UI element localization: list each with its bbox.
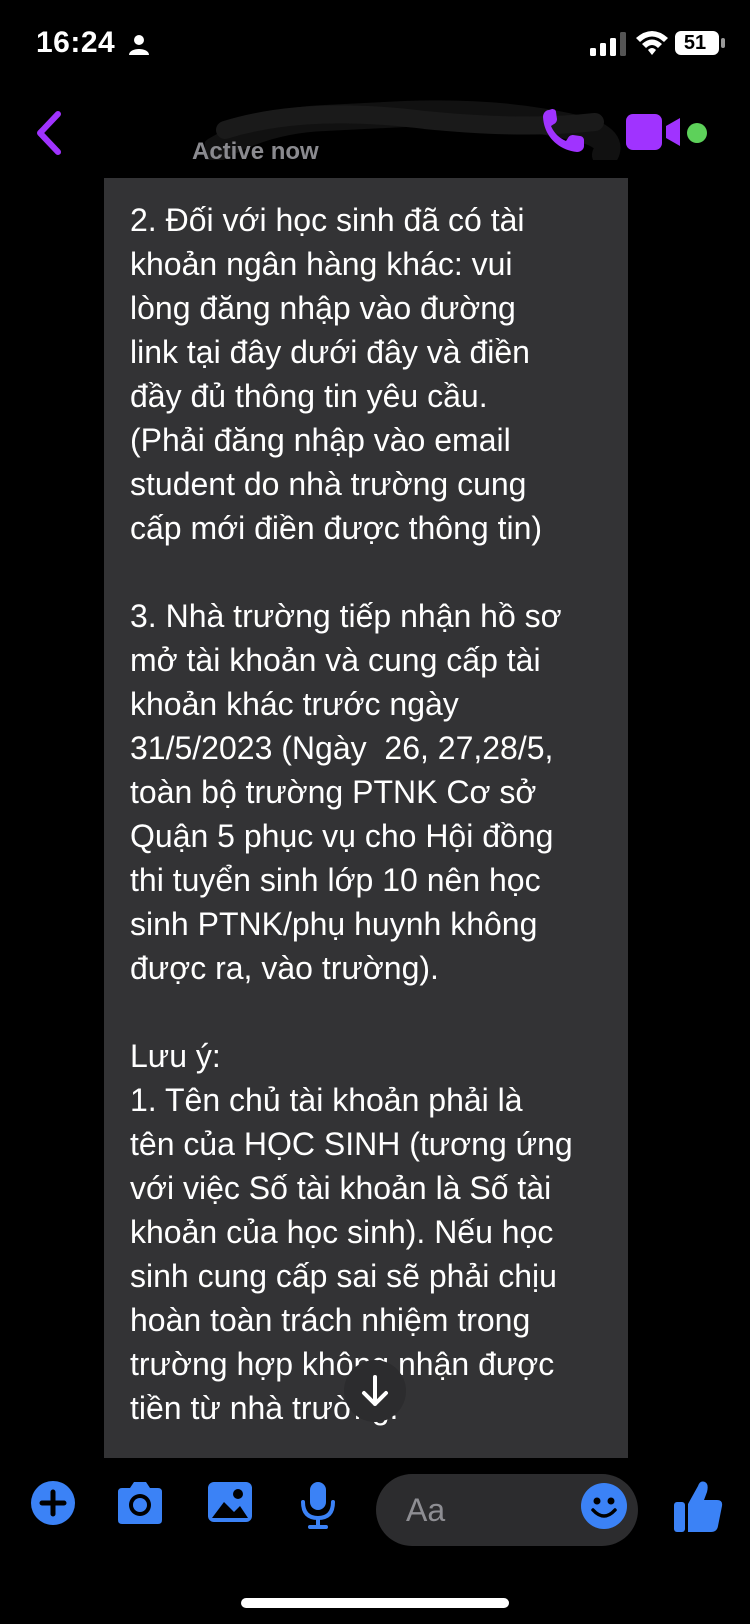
signal-icon <box>590 32 626 56</box>
message-composer <box>0 1458 750 1558</box>
back-chevron-icon[interactable] <box>30 108 70 158</box>
home-indicator[interactable] <box>241 1598 509 1608</box>
scroll-to-bottom-button[interactable] <box>344 1360 406 1422</box>
message-paragraph: 2. Đối với học sinh đã có tài khoản ngân… <box>130 202 543 546</box>
battery-level: 51 <box>683 32 707 54</box>
gallery-icon[interactable] <box>206 1480 254 1524</box>
message-paragraph: 3. Nhà trường tiếp nhận hồ sơ mở tài kho… <box>130 598 562 986</box>
person-icon <box>129 35 149 55</box>
conversation-header: Active now <box>0 90 750 178</box>
video-camera-icon[interactable] <box>624 112 684 152</box>
plus-icon[interactable] <box>30 1480 76 1526</box>
thumbs-up-icon[interactable] <box>672 1478 724 1534</box>
active-status: Active now <box>192 138 319 165</box>
message-bubble[interactable]: 2. Đối với học sinh đã có tài khoản ngân… <box>104 178 628 1458</box>
status-bar: 16:24 51 <box>0 0 750 90</box>
status-time: 16:24 <box>36 26 116 59</box>
phone-icon[interactable] <box>540 106 586 156</box>
message-thread[interactable]: 2. Đối với học sinh đã có tài khoản ngân… <box>0 178 750 1458</box>
wifi-icon <box>636 31 668 55</box>
microphone-icon[interactable] <box>298 1480 338 1530</box>
emoji-icon[interactable] <box>580 1482 628 1530</box>
camera-icon[interactable] <box>114 1480 166 1526</box>
arrow-down-icon <box>362 1375 388 1406</box>
online-indicator <box>687 123 707 143</box>
